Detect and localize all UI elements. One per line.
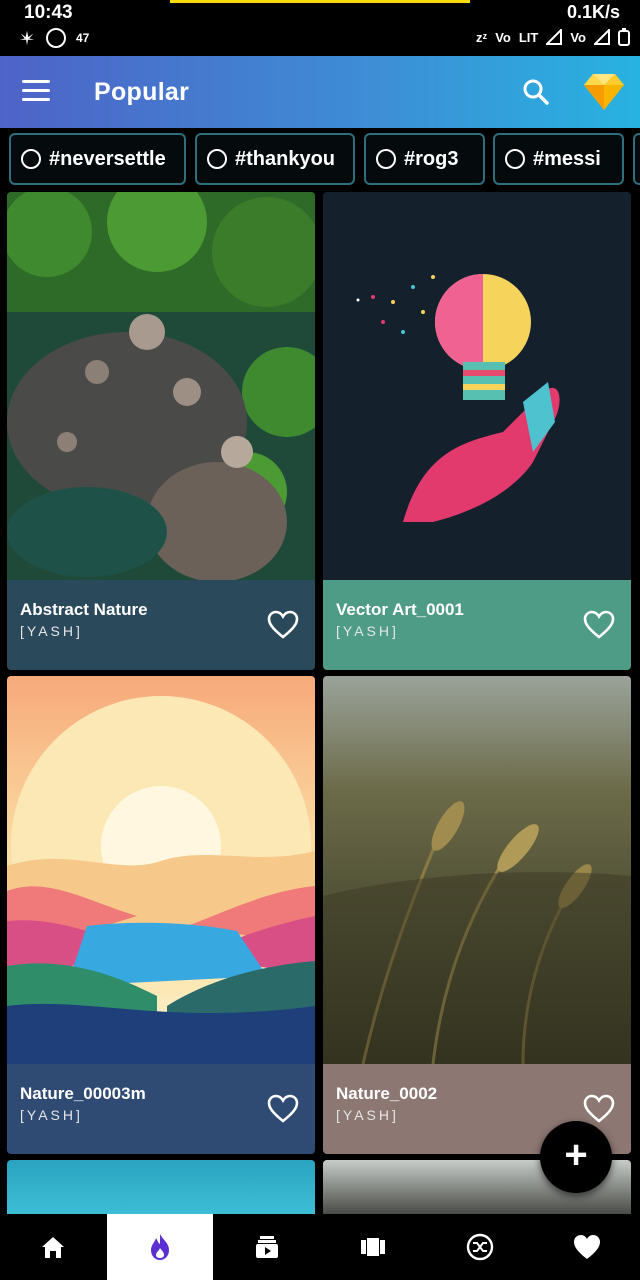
wallpaper-author: [YASH] [336, 623, 399, 639]
chip-neversettle[interactable]: #neversettle [9, 133, 186, 185]
chip-radio-icon [207, 149, 227, 169]
collections-icon [255, 1236, 278, 1258]
chip-label: #rog3 [404, 147, 459, 170]
whatsapp-icon [46, 28, 66, 48]
carousel-icon [361, 1238, 386, 1256]
status-bar: 10:43 0.1K/s 47 zᶻ Vo LIT Vo [0, 0, 640, 56]
card-footer: Vector Art_0001 [YASH] [323, 580, 631, 670]
nav-collections[interactable] [213, 1214, 320, 1280]
nav-carousel[interactable] [320, 1214, 427, 1280]
nav-favorites[interactable] [533, 1214, 640, 1280]
system-icons: zᶻ Vo LIT Vo [476, 28, 630, 46]
add-button[interactable]: + [540, 1121, 612, 1193]
wallpaper-name: Vector Art_0001 [336, 600, 464, 619]
fire-icon [151, 1234, 169, 1260]
wallpaper-thumbnail [7, 676, 315, 1064]
nav-popular[interactable] [106, 1214, 214, 1280]
favorite-icon [573, 1235, 600, 1259]
chip-radio-icon [21, 149, 41, 169]
favorite-heart-icon[interactable] [267, 1094, 299, 1124]
network-label-2: LIT [518, 29, 539, 45]
wallpaper-name: Nature_0002 [336, 1084, 438, 1103]
notification-icons: 47 [18, 28, 89, 48]
card-footer: Nature_00003m [YASH] [7, 1064, 315, 1154]
wallpaper-thumbnail [323, 676, 631, 1064]
wallpaper-author: [YASH] [20, 623, 83, 639]
nav-home[interactable] [0, 1214, 107, 1280]
wallpaper-thumbnail [323, 192, 631, 580]
diamond-icon[interactable] [583, 72, 625, 112]
chip-label: #messi [533, 147, 601, 170]
chip-label: #thankyou [235, 147, 336, 170]
network-label-1: Vo [495, 29, 511, 45]
network-label-3: Vo [570, 29, 586, 45]
hashtag-chip-bar: #neversettle #thankyou #rog3 #messi [0, 128, 640, 190]
wallpaper-card-vector-art[interactable]: Vector Art_0001 [YASH] [323, 192, 631, 670]
wallpaper-author: [YASH] [336, 1107, 399, 1123]
wallpaper-grid[interactable]: Abstract Nature [YASH] Vector Art_0001 [… [0, 190, 640, 1214]
app-bar: Popular [0, 56, 640, 128]
wallpaper-thumbnail [7, 192, 315, 580]
chip-more[interactable] [633, 133, 640, 185]
favorite-heart-icon[interactable] [583, 1094, 615, 1124]
search-icon[interactable] [522, 78, 550, 106]
battery-icon [618, 28, 630, 46]
favorite-heart-icon[interactable] [267, 610, 299, 640]
wallpaper-card-nature-0002[interactable]: Nature_0002 [YASH] [323, 676, 631, 1154]
chip-thankyou[interactable]: #thankyou [195, 133, 355, 185]
whatsapp-count: 47 [76, 31, 90, 45]
chip-messi[interactable]: #messi [493, 133, 624, 185]
wallpaper-card-abstract-nature[interactable]: Abstract Nature [YASH] [7, 192, 315, 670]
menu-icon[interactable] [22, 80, 50, 104]
add-label: + [564, 1133, 588, 1177]
wallpaper-card-peek-left[interactable] [7, 1160, 315, 1214]
home-icon [42, 1237, 65, 1258]
wallpaper-card-nature-00003m[interactable]: Nature_00003m [YASH] [7, 676, 315, 1154]
wallpaper-name: Nature_00003m [20, 1084, 146, 1103]
wallpaper-author: [YASH] [20, 1107, 83, 1123]
network-speed: 0.1K/s [566, 2, 620, 22]
signal-icon-2 [594, 29, 610, 45]
chip-label: #neversettle [49, 147, 166, 170]
favorite-heart-icon[interactable] [583, 610, 615, 640]
snooze-icon: zᶻ [475, 29, 488, 45]
chip-rog3[interactable]: #rog3 [364, 133, 485, 185]
wallpaper-name: Abstract Nature [20, 600, 148, 619]
signal-icon [546, 29, 563, 45]
status-time: 10:43 [24, 2, 73, 23]
chip-radio-icon [505, 149, 525, 169]
card-footer: Abstract Nature [YASH] [7, 580, 315, 670]
shuffle-icon [466, 1233, 494, 1261]
weed-leaf-icon [19, 30, 35, 46]
nav-shuffle[interactable] [427, 1214, 534, 1280]
page-title: Popular [94, 78, 190, 106]
bottom-navigation [0, 1214, 640, 1280]
status-indicator-line [170, 0, 470, 3]
chip-radio-icon [376, 149, 396, 169]
